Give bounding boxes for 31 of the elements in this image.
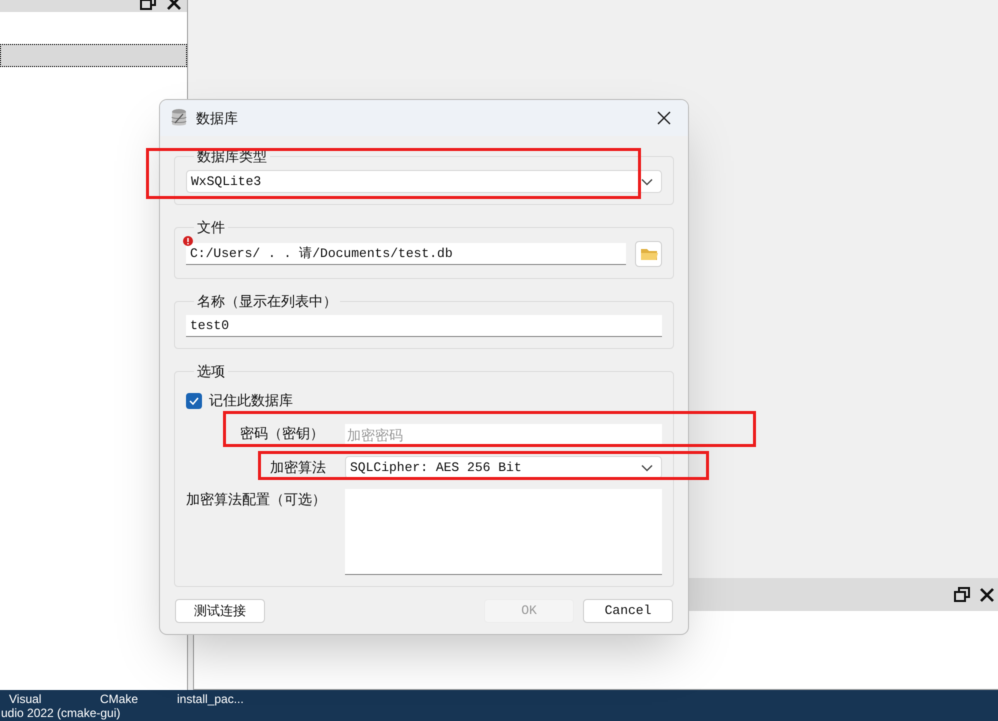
taskbar-label[interactable]: udio 2022 (cmake-gui) (1, 706, 120, 720)
path-field[interactable]: C:/Users/ . . 请/Documents/test.db (186, 243, 626, 265)
dropdown[interactable]: SQLCipher: AES 256 Bit (345, 456, 662, 479)
close-icon (657, 111, 671, 125)
group-label: 文件 (196, 218, 226, 237)
checkbox-label: 记住此数据库 (209, 391, 293, 410)
checkbox[interactable] (186, 392, 202, 408)
list-row[interactable] (0, 44, 187, 67)
dropdown[interactable]: WxSQLite3 (186, 170, 662, 193)
taskbar-label[interactable]: Visual (9, 692, 42, 706)
group-label: 名称（显示在列表中） (196, 292, 338, 311)
password-field[interactable]: 加密密码 (345, 424, 662, 446)
taskbar-label[interactable]: CMake (100, 692, 138, 706)
database-icon (170, 108, 188, 128)
dialog-button[interactable]: 测试连接 (175, 599, 265, 623)
chevron-down-icon (641, 464, 653, 472)
field-label: 加密算法配置（可选） (186, 490, 327, 509)
chevron-down-icon (641, 178, 653, 186)
dialog-button[interactable]: Cancel (583, 599, 673, 623)
dropdown-value: WxSQLite3 (191, 172, 262, 191)
checkmark-icon (189, 396, 199, 404)
name-field[interactable]: test0 (186, 315, 662, 337)
field-label: 密码（密钥） (240, 425, 324, 441)
dialog-title: 数据库 (196, 108, 238, 128)
taskbar-label[interactable]: install_pac... (177, 692, 244, 706)
close-icon (979, 587, 995, 603)
restore-icon (954, 587, 970, 602)
group-label: 选项 (196, 362, 226, 381)
dropdown-value: SQLCipher: AES 256 Bit (350, 458, 522, 477)
field-label: 加密算法 (269, 458, 327, 477)
folder-icon (640, 247, 658, 261)
